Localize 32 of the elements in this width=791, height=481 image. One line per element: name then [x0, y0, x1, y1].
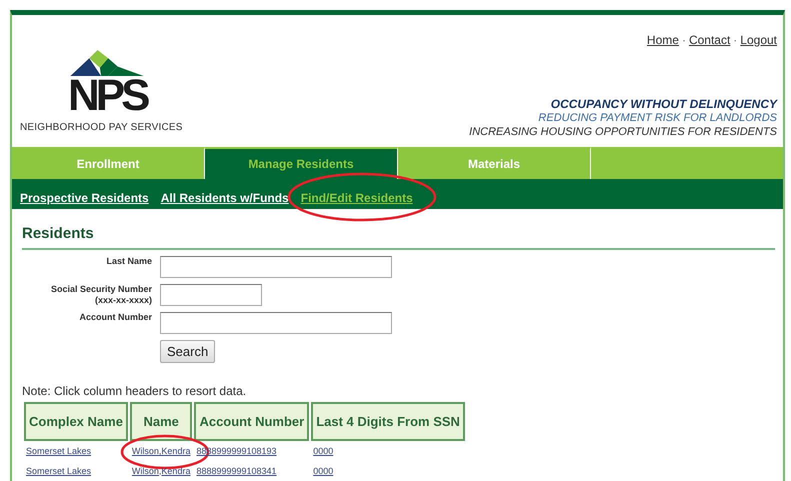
- search-button[interactable]: Search: [160, 340, 216, 363]
- note-text: Note: Click column headers to resort data.: [22, 382, 248, 400]
- tagline: INCREASING HOUSING OPPORTUNITIES FOR RESIDENTS: [469, 125, 777, 139]
- column-header[interactable]: Last 4 Digits From SSN: [311, 402, 465, 441]
- table-link[interactable]: Somerset Lakes: [26, 446, 92, 456]
- table-link[interactable]: 0000: [313, 466, 334, 476]
- field-label: Last Name: [105, 256, 152, 266]
- nav-link[interactable]: Contact: [688, 31, 730, 49]
- tagline: REDUCING PAYMENT RISK FOR LANDLORDS: [538, 111, 777, 125]
- table-link[interactable]: Somerset Lakes: [26, 466, 92, 476]
- table-link[interactable]: Wilson,Kendra: [132, 466, 190, 476]
- tagline: OCCUPANCY WITHOUT DELINQUENCY: [550, 97, 777, 111]
- subnav-link[interactable]: All Residents w/Funds: [160, 191, 289, 205]
- column-header[interactable]: Name: [130, 402, 192, 441]
- logo-text: NPS: [68, 76, 146, 116]
- company-name: NEIGHBORHOOD PAY SERVICES: [20, 121, 183, 135]
- column-header[interactable]: Complex Name: [24, 402, 128, 441]
- section-title: Residents: [22, 223, 775, 250]
- table-link[interactable]: 0000: [313, 446, 334, 456]
- table-link[interactable]: 8888999999108341: [196, 466, 277, 476]
- input-field[interactable]: [160, 256, 392, 278]
- column-header[interactable]: Account Number: [194, 402, 310, 441]
- table-link[interactable]: Wilson,Kendra: [132, 446, 190, 456]
- nav-link[interactable]: Logout: [740, 31, 777, 49]
- field-label: Account Number: [78, 312, 152, 322]
- field-label-with-hint: Social Security Number (xxx-xx-xxxx): [50, 284, 152, 306]
- input-field[interactable]: [160, 312, 392, 334]
- link-separator: ·: [733, 32, 738, 49]
- input-field[interactable]: [160, 284, 262, 306]
- subnav-link[interactable]: Prospective Residents: [20, 191, 149, 205]
- link-separator: ·: [682, 32, 686, 49]
- nav-link[interactable]: Home: [646, 31, 679, 49]
